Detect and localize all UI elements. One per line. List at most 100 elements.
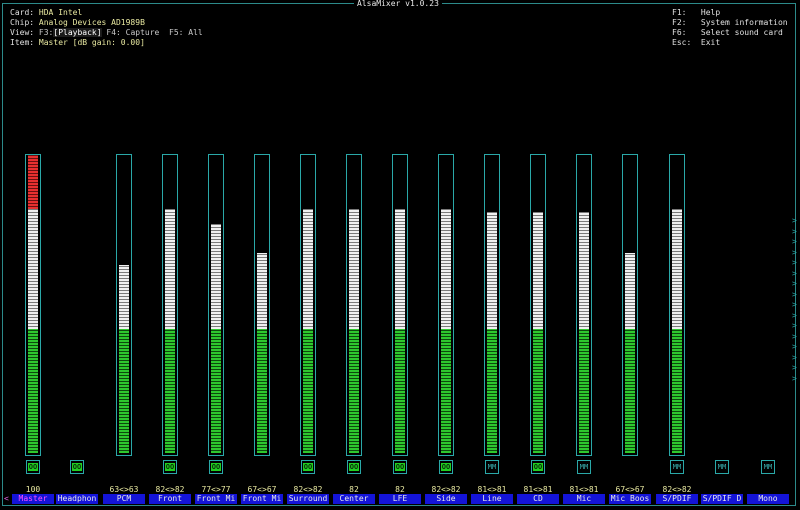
channel-strip[interactable]: OO 82<>82 Front: [148, 0, 192, 510]
unmuted-toggle[interactable]: OO: [347, 460, 361, 474]
volume-level-high: [625, 253, 635, 329]
volume-bar[interactable]: [162, 154, 178, 456]
channel-label[interactable]: Line: [471, 494, 513, 504]
channel-strip[interactable]: OO 81<>81 CD: [516, 0, 560, 510]
mute-state: MM: [579, 463, 589, 471]
volume-level: [303, 209, 313, 453]
mute-state: MM: [672, 463, 682, 471]
channel-label[interactable]: PCM: [103, 494, 145, 504]
channel-value: 82: [395, 485, 405, 494]
volume-bar[interactable]: [622, 154, 638, 456]
channel-strip[interactable]: 67<>67 Front Mi: [240, 0, 284, 510]
volume-level-high: [257, 253, 267, 329]
channel-strip[interactable]: 67<>67 Mic Boos: [608, 0, 652, 510]
volume-level: [487, 212, 497, 453]
unmuted-toggle[interactable]: OO: [26, 460, 40, 474]
channel-value: 82<>82: [293, 485, 323, 494]
volume-bar[interactable]: [300, 154, 316, 456]
channel-value: 81<>81: [523, 485, 553, 494]
volume-level-high: [533, 212, 543, 329]
muted-toggle[interactable]: MM: [485, 460, 499, 474]
volume-bar[interactable]: [25, 154, 41, 456]
channel-label[interactable]: Front: [149, 494, 191, 504]
channel-strip[interactable]: OO 77<>77 Front Mi: [194, 0, 238, 510]
channel-label[interactable]: Surround: [287, 494, 329, 504]
mute-state: OO: [532, 463, 544, 471]
volume-bar[interactable]: [254, 154, 270, 456]
volume-level: [211, 224, 221, 453]
mute-state: OO: [440, 463, 452, 471]
scroll-right-indicator: > > > > > > > > > > > > > > > >: [792, 216, 797, 383]
muted-toggle[interactable]: MM: [715, 460, 729, 474]
channel-value: 63<>63: [109, 485, 139, 494]
channel-strip[interactable]: MM 81<>81 Mic: [562, 0, 606, 510]
volume-level-high: [165, 209, 175, 329]
volume-bar[interactable]: [392, 154, 408, 456]
volume-bar[interactable]: [438, 154, 454, 456]
volume-level-high: [579, 212, 589, 329]
channel-label[interactable]: Master: [12, 494, 54, 504]
muted-toggle[interactable]: MM: [670, 460, 684, 474]
mute-state: MM: [487, 463, 497, 471]
volume-level: [28, 155, 38, 453]
volume-level: [119, 265, 129, 453]
unmuted-toggle[interactable]: OO: [70, 460, 84, 474]
channel-strip[interactable]: 63<>63 PCM: [102, 0, 146, 510]
channel-strip[interactable]: OO 82 LFE: [378, 0, 422, 510]
channel-value: 82<>82: [155, 485, 185, 494]
channel-label[interactable]: Headphon: [56, 494, 98, 504]
channel-label[interactable]: S/PDIF: [656, 494, 698, 504]
channel-strip[interactable]: OO 100 Master: [11, 0, 55, 510]
volume-bar[interactable]: [208, 154, 224, 456]
volume-bar[interactable]: [576, 154, 592, 456]
channel-label[interactable]: Front Mi: [241, 494, 283, 504]
channel-strip[interactable]: MM 81<>81 Line: [470, 0, 514, 510]
unmuted-toggle[interactable]: OO: [531, 460, 545, 474]
channel-label[interactable]: Side: [425, 494, 467, 504]
channel-label[interactable]: Front Mi: [195, 494, 237, 504]
channel-strip[interactable]: OO 82<>82 Side: [424, 0, 468, 510]
channel-label[interactable]: S/PDIF D: [701, 494, 743, 504]
channel-value: 82<>82: [662, 485, 692, 494]
channel-strip[interactable]: MM Mono: [746, 0, 790, 510]
channel-strip[interactable]: MM S/PDIF D: [700, 0, 744, 510]
volume-level-high: [441, 209, 451, 329]
mute-state: MM: [717, 463, 727, 471]
volume-level: [349, 209, 359, 453]
volume-level: [257, 253, 267, 453]
mute-state: MM: [763, 463, 773, 471]
channel-strip[interactable]: OO 82<>82 Surround: [286, 0, 330, 510]
channel-label[interactable]: Mono: [747, 494, 789, 504]
volume-bar[interactable]: [530, 154, 546, 456]
channel-label[interactable]: CD: [517, 494, 559, 504]
muted-toggle[interactable]: MM: [761, 460, 775, 474]
channel-strip[interactable]: OO Headphon: [55, 0, 99, 510]
channel-strip[interactable]: OO 82 Center: [332, 0, 376, 510]
volume-level-high: [211, 224, 221, 329]
volume-bar[interactable]: [484, 154, 500, 456]
channel-label[interactable]: LFE: [379, 494, 421, 504]
volume-bar[interactable]: [346, 154, 362, 456]
channel-label[interactable]: Mic: [563, 494, 605, 504]
volume-level-high: [303, 209, 313, 329]
channel-value: 81<>81: [569, 485, 599, 494]
unmuted-toggle[interactable]: OO: [209, 460, 223, 474]
channel-label[interactable]: Center: [333, 494, 375, 504]
volume-bar[interactable]: [669, 154, 685, 456]
channel-strip[interactable]: MM 82<>82 S/PDIF: [655, 0, 699, 510]
scroll-left-indicator: <: [4, 494, 9, 503]
channel-value: 81<>81: [477, 485, 507, 494]
volume-bar[interactable]: [116, 154, 132, 456]
mute-state: OO: [210, 463, 222, 471]
muted-toggle[interactable]: MM: [577, 460, 591, 474]
mute-state: OO: [394, 463, 406, 471]
mute-state: OO: [164, 463, 176, 471]
channel-label[interactable]: Mic Boos: [609, 494, 651, 504]
mute-state: OO: [71, 463, 83, 471]
volume-level-high: [349, 209, 359, 329]
unmuted-toggle[interactable]: OO: [301, 460, 315, 474]
unmuted-toggle[interactable]: OO: [393, 460, 407, 474]
unmuted-toggle[interactable]: OO: [439, 460, 453, 474]
channel-value: 82: [349, 485, 359, 494]
unmuted-toggle[interactable]: OO: [163, 460, 177, 474]
